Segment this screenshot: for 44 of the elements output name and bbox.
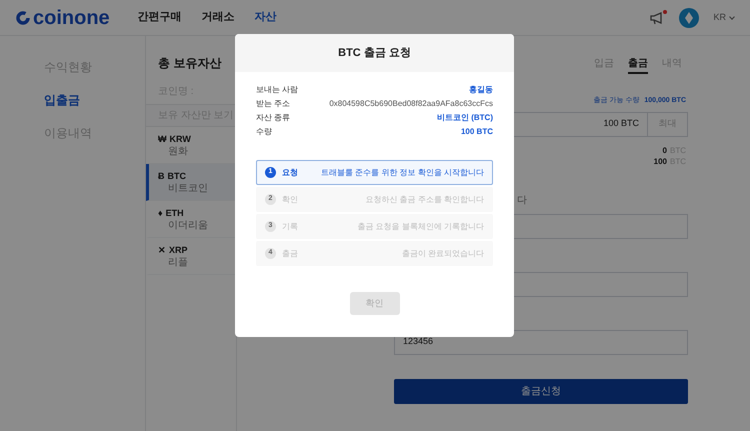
submit-button[interactable]: 출금신청	[394, 378, 688, 404]
coin-code: ETH	[166, 207, 184, 220]
detail-value: 홍길동	[469, 84, 493, 96]
step-title: 출금	[282, 248, 298, 260]
coin-name: 비트코인	[167, 184, 209, 194]
coin-name: 이더리움	[167, 220, 209, 231]
step-description: 출금 요청을 블록체인에 기록합니다	[357, 220, 484, 232]
coin-name: 원화	[167, 146, 189, 157]
language-selector[interactable]: KR	[713, 10, 734, 24]
tab[interactable]: 출금	[628, 56, 648, 74]
coin-symbol: Ƀ	[158, 170, 164, 184]
detail-label: 받는 주소	[256, 98, 290, 110]
coin-name: 리플	[167, 258, 189, 268]
step-title: 기록	[282, 220, 298, 232]
logo-mark-icon	[16, 10, 30, 24]
detail-value: 비트코인 (BTC)	[437, 112, 493, 124]
summary-value: 0	[662, 144, 667, 156]
step-description: 트래블룰 준수를 위한 정보 확인을 시작합니다	[320, 166, 484, 178]
step-description: 출금이 완료되었습니다	[402, 248, 484, 260]
coin-code: XRP	[169, 244, 188, 258]
field-note: 다	[517, 194, 527, 208]
nav-link[interactable]: 자산	[254, 9, 277, 26]
detail-label: 보내는 사람	[256, 84, 298, 96]
detail-label: 수량	[256, 126, 272, 138]
step-title: 확인	[282, 194, 298, 206]
step-description: 요청하신 출금 주소를 확인합니다	[365, 194, 484, 206]
coin-symbol: ₩	[158, 133, 166, 146]
coin-code: KRW	[170, 133, 191, 146]
coin-item[interactable]: Ƀ BTC 비트코인	[146, 164, 236, 201]
modal-title: BTC 출금 요청	[338, 46, 411, 61]
coin-symbol: ✕	[158, 244, 166, 258]
detail-value: 100 BTC	[460, 126, 493, 138]
detail-value: 0x804598C5b690Bed08f82aa9AFa8c63ccFcs	[329, 98, 493, 110]
coin-symbol: ♦	[158, 207, 163, 220]
summary-value: 100	[654, 156, 667, 166]
detail-label: 자산 종류	[256, 112, 290, 124]
nav-link[interactable]: 간편구매	[138, 9, 182, 26]
sidebar-item[interactable]: 입출금	[44, 91, 145, 109]
logo-text[interactable]: coinone	[33, 8, 110, 28]
panel-title: 총 보유자산	[157, 55, 222, 72]
step-title: 요청	[282, 166, 298, 178]
coin-code: BTC	[168, 170, 186, 184]
nav-link[interactable]: 거래소	[202, 9, 235, 26]
avatar-icon[interactable]	[679, 8, 700, 28]
